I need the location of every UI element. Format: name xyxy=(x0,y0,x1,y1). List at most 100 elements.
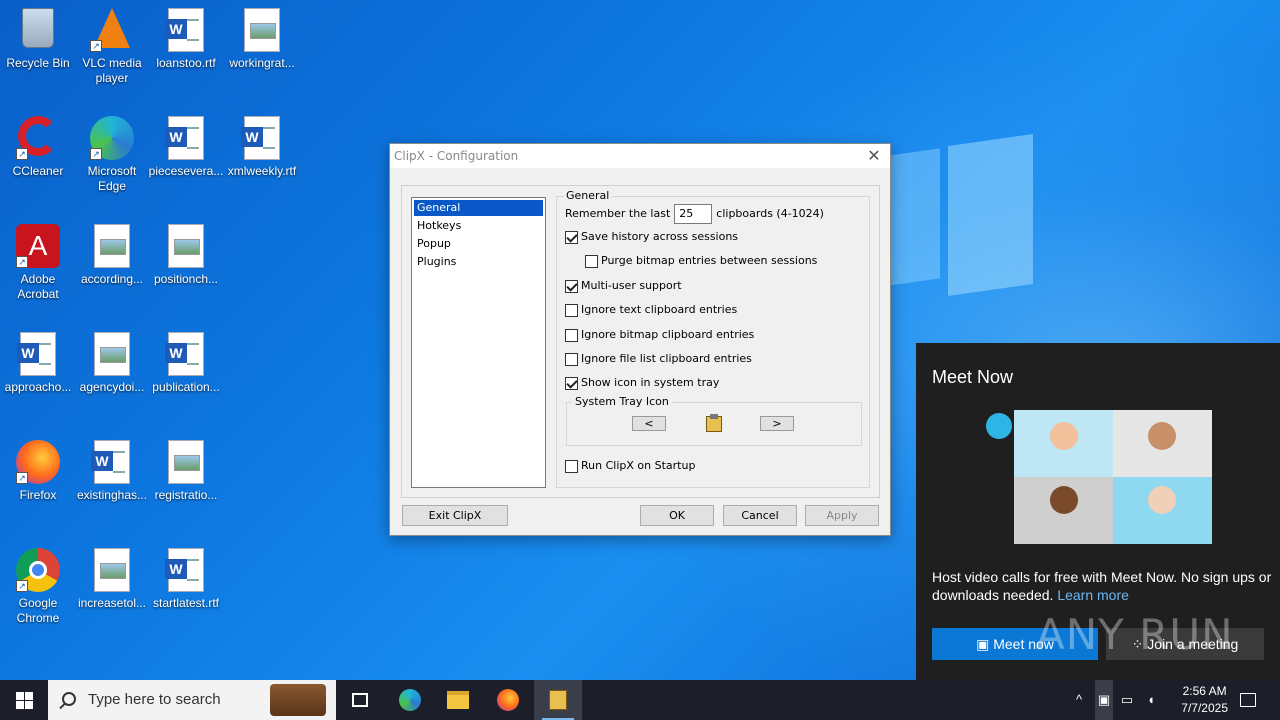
option-ignore-bitmap[interactable]: Ignore bitmap clipboard entries xyxy=(565,327,754,343)
cancel-button[interactable]: Cancel xyxy=(723,505,797,526)
desktop-icon-increasetol[interactable]: increasetol... xyxy=(74,544,150,611)
meet-now-tray-icon[interactable]: ▣ xyxy=(1095,680,1113,720)
apply-button[interactable]: Apply xyxy=(805,505,879,526)
desktop-icon-label: publication... xyxy=(152,380,220,394)
option-label: Multi-user support xyxy=(581,279,682,292)
close-icon[interactable]: ✕ xyxy=(866,144,882,168)
desktop-icon-piecesevera[interactable]: W piecesevera... xyxy=(148,112,224,179)
desktop-icon-loanstoo[interactable]: W loanstoo.rtf xyxy=(148,4,224,71)
option-label: Purge bitmap entries between sessions xyxy=(601,254,818,267)
desktop-icon-startlatest[interactable]: W startlatest.rtf xyxy=(148,544,224,611)
option-label: Run ClipX on Startup xyxy=(581,459,696,472)
desktop-icon-label: registratio... xyxy=(154,488,218,502)
show-tray-icon-checkbox[interactable] xyxy=(565,376,578,390)
desktop-icon-registratio[interactable]: registratio... xyxy=(148,436,224,503)
taskbar-search-box[interactable]: Type here to search xyxy=(48,680,336,720)
camera-icon: ▣ xyxy=(976,636,994,652)
notification-center-icon[interactable] xyxy=(1240,693,1256,707)
option-label: Save history across sessions xyxy=(581,230,739,243)
option-label: Ignore text clipboard entries xyxy=(581,303,738,316)
desktop-icon-label: Microsoft Edge xyxy=(87,164,137,193)
option-show-tray-icon[interactable]: Show icon in system tray xyxy=(565,375,719,391)
ignore-bitmap-checkbox[interactable] xyxy=(565,328,578,342)
clock-time: 2:56 AM xyxy=(1182,684,1227,698)
desktop-icon-label: xmlweekly.rtf xyxy=(227,164,297,178)
desktop-icon-firefox[interactable]: ↗ Firefox xyxy=(0,436,76,503)
desktop-icon-approacho[interactable]: W approacho... xyxy=(0,328,76,395)
task-view-button[interactable] xyxy=(336,680,384,720)
ok-button[interactable]: OK xyxy=(640,505,714,526)
option-ignore-text[interactable]: Ignore text clipboard entries xyxy=(565,302,737,318)
tree-item-plugins[interactable]: Plugins xyxy=(414,254,543,270)
start-button[interactable] xyxy=(0,680,48,720)
save-history-checkbox[interactable] xyxy=(565,230,578,244)
word-doc-icon: W xyxy=(16,332,60,376)
volume-icon[interactable]: ◖ xyxy=(1143,692,1159,708)
desktop-icon-label: Recycle Bin xyxy=(6,56,70,70)
option-save-history[interactable]: Save history across sessions xyxy=(565,229,738,245)
desktop-icon-label: VLC media player xyxy=(82,56,142,85)
desktop-icon-edge[interactable]: ↗ Microsoft Edge xyxy=(74,112,150,194)
desktop-icon-existinghas[interactable]: W existinghas... xyxy=(74,436,150,503)
meet-now-title: Meet Now xyxy=(932,367,1014,387)
desktop-icon-label: Adobe Acrobat xyxy=(17,272,59,301)
desktop-icon-ccleaner[interactable]: ↗ CCleaner xyxy=(0,112,76,179)
desktop-icon-recycle-bin[interactable]: Recycle Bin xyxy=(0,4,76,71)
recycle-bin-icon xyxy=(16,8,60,52)
word-doc-icon: W xyxy=(164,332,208,376)
desktop-icon-label: workingrat... xyxy=(229,56,295,70)
taskbar-clock[interactable]: 2:56 AM 7/7/2025 xyxy=(1181,683,1228,717)
option-multi-user[interactable]: Multi-user support xyxy=(565,278,682,294)
search-placeholder: Type here to search xyxy=(88,691,221,708)
remember-label: Remember the last xyxy=(565,207,671,220)
desktop-icon-vlc[interactable]: ↗ VLC media player xyxy=(74,4,150,86)
ignore-filelist-checkbox[interactable] xyxy=(565,352,578,366)
tree-item-general[interactable]: General xyxy=(413,199,544,217)
settings-tree[interactable]: General Hotkeys Popup Plugins xyxy=(411,197,546,488)
desktop-icon-acrobat[interactable]: A ↗ Adobe Acrobat xyxy=(0,220,76,302)
tree-item-popup[interactable]: Popup xyxy=(414,236,543,252)
run-on-startup-checkbox[interactable] xyxy=(565,459,578,473)
option-run-on-startup[interactable]: Run ClipX on Startup xyxy=(565,458,695,474)
desktop-icon-xmlweekly[interactable]: W xmlweekly.rtf xyxy=(224,112,300,179)
learn-more-link[interactable]: Learn more xyxy=(1057,587,1129,603)
desktop-icon-agencydoi[interactable]: agencydoi... xyxy=(74,328,150,395)
clipx-config-dialog: ClipX - Configuration ✕ General Hotkeys … xyxy=(389,143,891,536)
desktop-icon-publication[interactable]: W publication... xyxy=(148,328,224,395)
firefox-icon: ↗ xyxy=(16,440,60,484)
clipboard-icon xyxy=(549,690,567,710)
taskbar-firefox[interactable] xyxy=(484,680,532,720)
taskbar-clipx[interactable] xyxy=(534,680,582,720)
desktop-icon-label: CCleaner xyxy=(12,164,64,178)
next-tray-icon-button[interactable]: > xyxy=(760,416,794,431)
ignore-text-checkbox[interactable] xyxy=(565,303,578,317)
tray-group-title: System Tray Icon xyxy=(572,395,672,408)
desktop-icon-label: existinghas... xyxy=(76,488,148,502)
clipboard-count-input[interactable]: 25 xyxy=(674,204,713,224)
desktop-icon-positionch[interactable]: positionch... xyxy=(148,220,224,287)
chevron-up-icon[interactable]: ^ xyxy=(1071,692,1087,708)
exit-clipx-button[interactable]: Exit ClipX xyxy=(402,505,508,526)
desktop-icon-label: increasetol... xyxy=(77,596,147,610)
vlc-icon: ↗ xyxy=(90,8,134,52)
prev-tray-icon-button[interactable]: < xyxy=(632,416,666,431)
network-icon[interactable]: ▭ xyxy=(1119,692,1135,708)
edge-icon: ↗ xyxy=(90,116,134,160)
taskbar-file-explorer[interactable] xyxy=(434,680,482,720)
option-label: Ignore bitmap clipboard entries xyxy=(581,328,755,341)
taskbar: Type here to search ^ ▣ ▭ ◖ 2:56 AM 7/7/… xyxy=(0,680,1280,720)
option-purge-bitmap[interactable]: Purge bitmap entries between sessions xyxy=(585,253,817,269)
dialog-titlebar[interactable]: ClipX - Configuration ✕ xyxy=(390,144,890,168)
ccleaner-icon: ↗ xyxy=(16,116,60,160)
desktop-icon-according[interactable]: according... xyxy=(74,220,150,287)
desktop-icon-chrome[interactable]: ↗ Google Chrome xyxy=(0,544,76,626)
tree-item-hotkeys[interactable]: Hotkeys xyxy=(414,218,543,234)
option-ignore-filelist[interactable]: Ignore file list clipboard entries xyxy=(565,351,752,367)
desktop-icon-workingrat[interactable]: workingrat... xyxy=(224,4,300,71)
purge-bitmap-checkbox[interactable] xyxy=(585,254,598,268)
image-file-icon xyxy=(164,224,208,268)
desktop-icon-label: agencydoi... xyxy=(79,380,145,394)
remember-suffix: clipboards (4-1024) xyxy=(716,207,824,220)
multi-user-checkbox[interactable] xyxy=(565,279,578,293)
taskbar-edge[interactable] xyxy=(386,680,434,720)
